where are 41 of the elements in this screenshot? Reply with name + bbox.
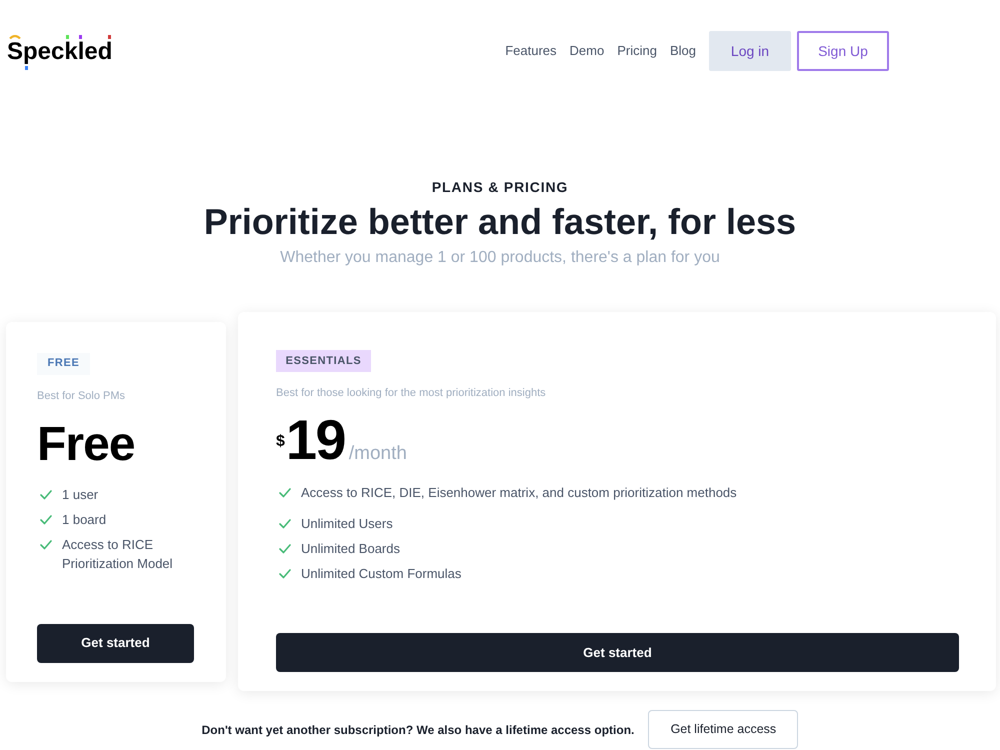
logo-mark-icon <box>108 35 111 39</box>
login-button[interactable]: Log in <box>709 31 791 71</box>
eyebrow-label: PLANS & PRICING <box>432 178 568 197</box>
plan-badge: FREE <box>37 352 90 374</box>
check-icon <box>40 514 52 524</box>
check-icon <box>279 518 291 528</box>
feature-text: Access to RICE, DIE, Eisenhower matrix, and custom prioritization methods <box>301 484 737 502</box>
logo-mark-icon <box>66 35 69 39</box>
plan-tagline: Best for Solo PMs <box>37 388 126 404</box>
feature-text: Unlimited Boards <box>301 540 400 558</box>
check-icon <box>40 540 52 550</box>
logo-mark-icon <box>79 35 82 39</box>
plan-tagline: Best for those looking for the most prioritization insights <box>276 386 547 401</box>
nav-link[interactable]: Features <box>505 42 557 60</box>
nav-link[interactable]: Demo <box>570 42 604 60</box>
price-period: /month <box>348 442 407 466</box>
get-started-button[interactable]: Get started <box>276 633 959 672</box>
lifetime-offer-text: Don't want yet another subscription? We also have a lifetime access option. <box>202 722 634 738</box>
nav-link[interactable]: Blog <box>670 42 696 60</box>
check-icon <box>279 568 291 578</box>
feature-text: Unlimited Users <box>301 514 393 532</box>
lifetime-access-button[interactable]: Get lifetime access <box>648 710 798 749</box>
page-heading: Prioritize better and faster, for less <box>204 200 796 244</box>
logo-arc-icon <box>9 35 21 39</box>
nav-link[interactable]: Pricing <box>617 42 657 60</box>
check-icon <box>279 488 291 498</box>
check-icon <box>279 544 291 554</box>
page-subtitle: Whether you manage 1 or 100 products, there's a plan for you <box>280 248 720 268</box>
feature-text: Unlimited Custom Formulas <box>301 564 462 582</box>
feature-text: Access to RICE Prioritization Model <box>62 536 174 572</box>
signup-button[interactable]: Sign Up <box>797 31 889 71</box>
check-icon <box>40 490 52 500</box>
plan-price: Free <box>37 420 136 468</box>
feature-text: 1 board <box>62 510 106 528</box>
logo[interactable]: Speckled <box>7 40 112 64</box>
plan-badge: ESSENTIALS <box>276 350 371 372</box>
plan-price: 19 <box>286 412 345 468</box>
currency-symbol: $ <box>276 434 285 450</box>
logo-mark-icon <box>25 66 28 70</box>
feature-text: 1 user <box>62 486 98 504</box>
get-started-button[interactable]: Get started <box>37 624 194 662</box>
